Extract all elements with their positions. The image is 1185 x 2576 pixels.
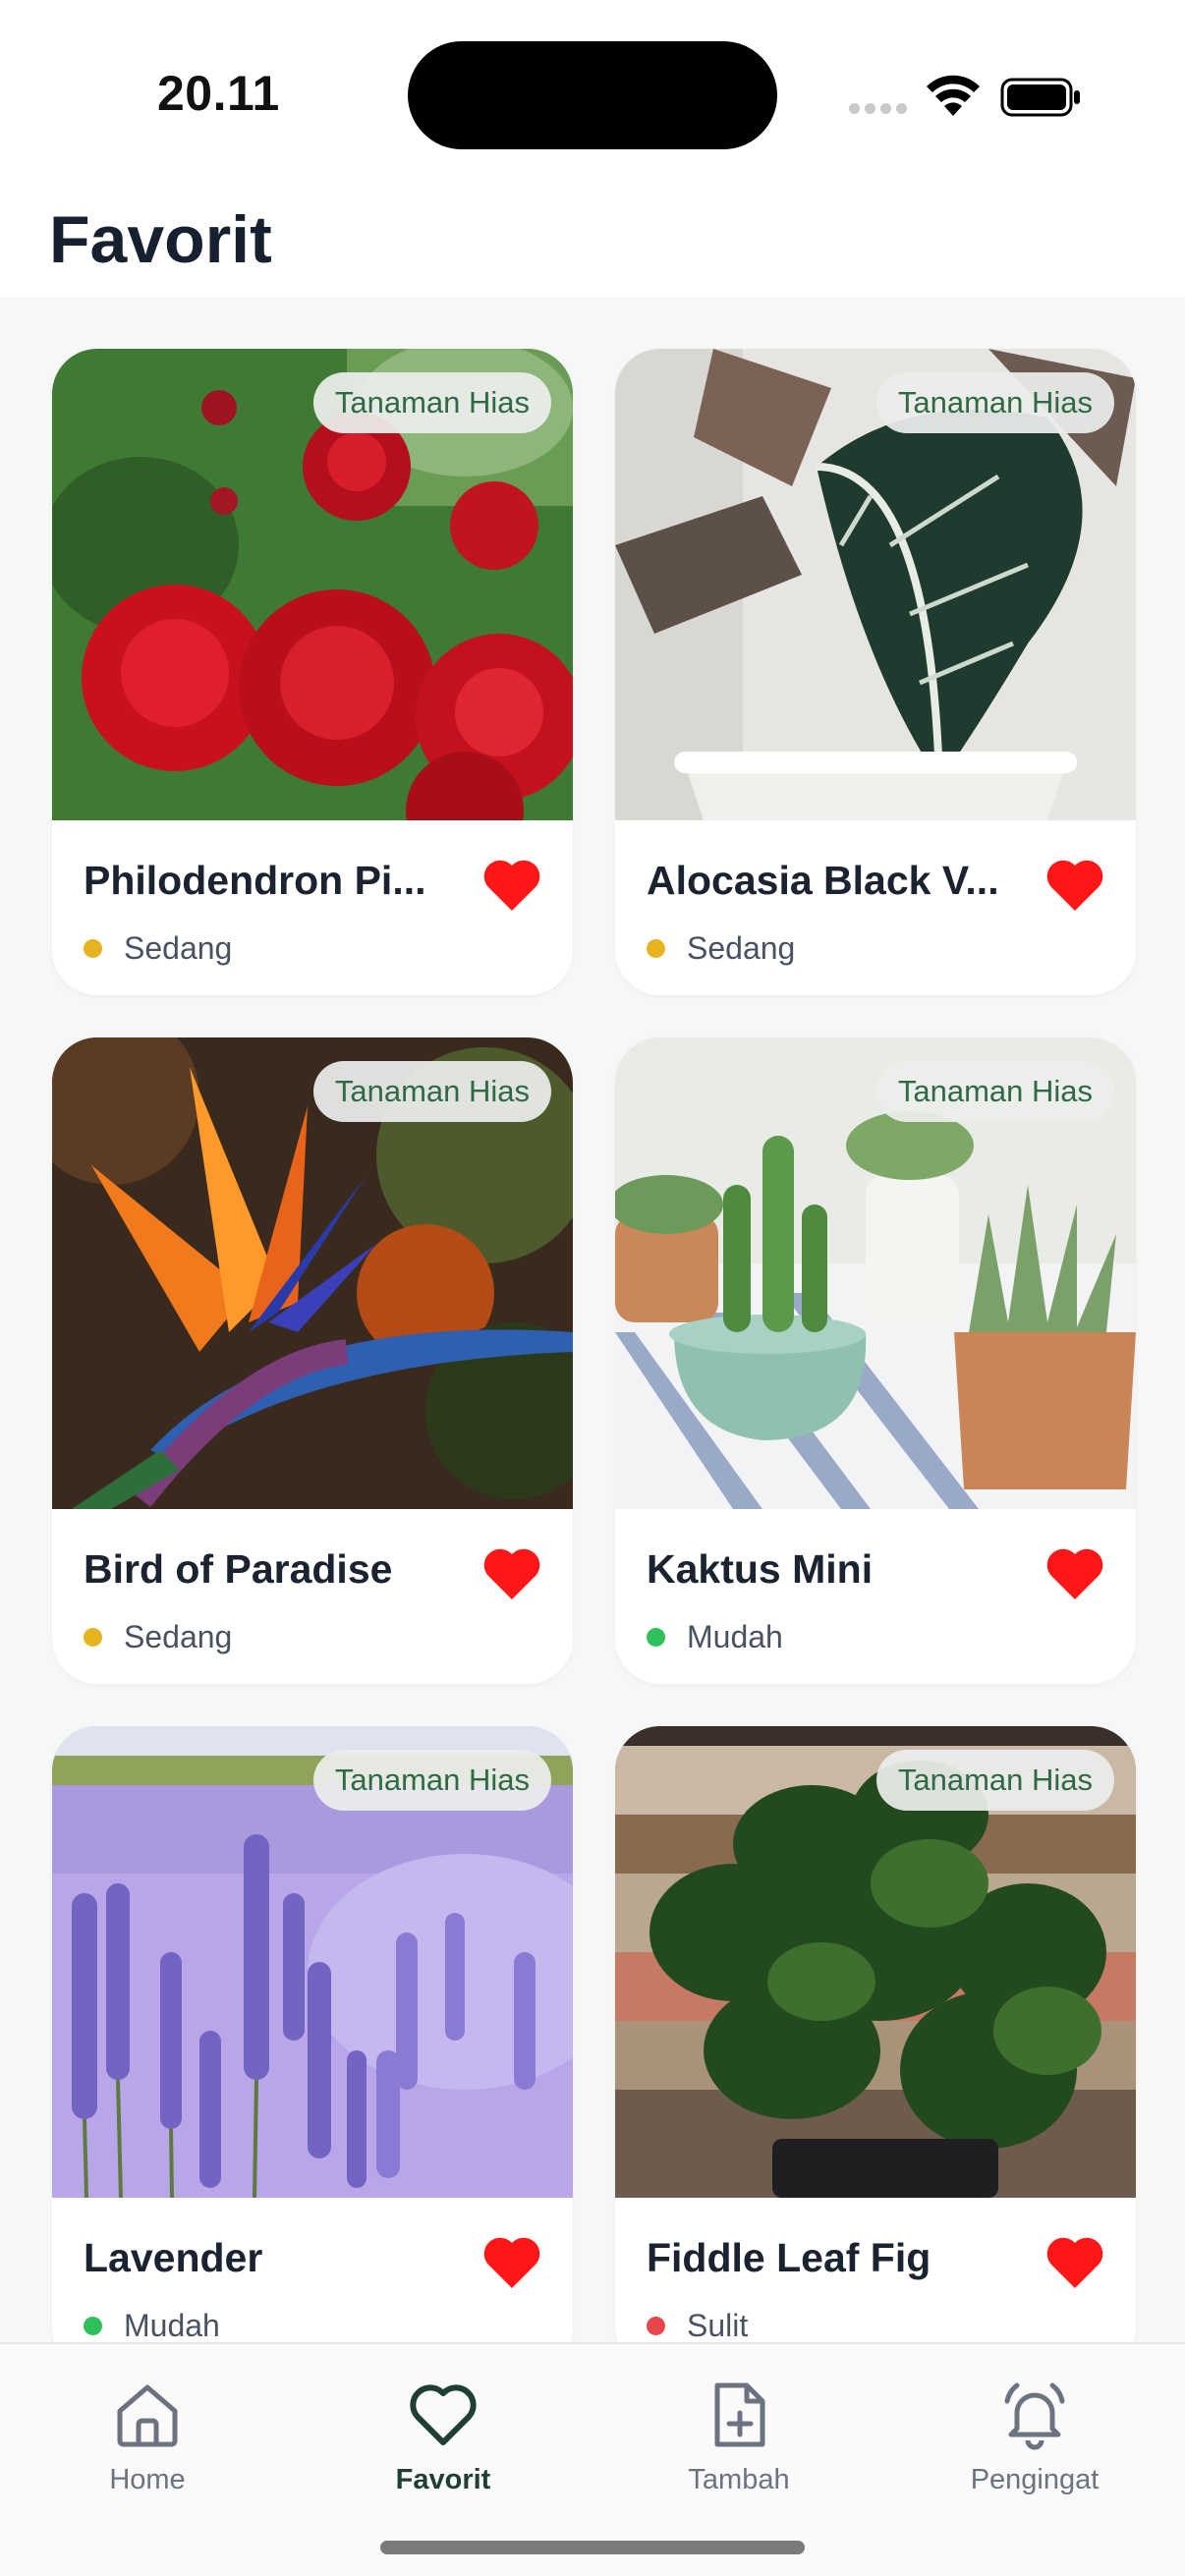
dynamic-island bbox=[408, 41, 777, 149]
favorite-heart-icon[interactable] bbox=[1045, 2235, 1104, 2290]
level-dot bbox=[84, 938, 102, 958]
category-badge: Tanaman Hias bbox=[875, 1061, 1114, 1122]
care-level-label: Mudah bbox=[124, 2307, 220, 2343]
care-level: Mudah bbox=[647, 1617, 783, 1656]
nav-item-tambah[interactable]: Tambah bbox=[621, 2380, 857, 2507]
care-level-label: Sedang bbox=[687, 929, 796, 966]
category-badge: Tanaman Hias bbox=[312, 372, 551, 433]
plant-name: Philodendron Pi... bbox=[84, 858, 426, 903]
nav-item-pengingat[interactable]: Pengingat bbox=[917, 2380, 1153, 2507]
status-bar: 20.11 bbox=[0, 0, 1185, 187]
plant-name: Lavender bbox=[84, 2235, 263, 2280]
care-level: Sedang bbox=[84, 928, 232, 968]
level-dot bbox=[84, 1627, 102, 1647]
care-level-label: Sedang bbox=[124, 1618, 233, 1654]
favorite-heart-icon[interactable] bbox=[1045, 858, 1104, 913]
nav-item-favorit[interactable]: Favorit bbox=[325, 2380, 561, 2507]
favorite-heart-icon[interactable] bbox=[482, 1546, 541, 1601]
nav-label: Tambah bbox=[688, 2464, 790, 2495]
bell-icon bbox=[1004, 2382, 1065, 2450]
plant-card[interactable]: Tanaman Hias Kaktus Mini Mudah bbox=[615, 1037, 1136, 1684]
battery-icon bbox=[1000, 78, 1080, 117]
plant-card[interactable]: Tanaman Hias Alocasia Black V... Sedang bbox=[615, 349, 1136, 995]
category-badge: Tanaman Hias bbox=[312, 1061, 551, 1122]
wifi-icon bbox=[927, 75, 980, 116]
plant-card[interactable]: Tanaman Hias Lavender Mudah bbox=[52, 1726, 573, 2342]
plant-card[interactable]: Tanaman Hias Fiddle Leaf Fig Sulit bbox=[615, 1726, 1136, 2342]
level-dot bbox=[647, 1627, 665, 1647]
level-dot bbox=[647, 2316, 665, 2335]
favorite-heart-icon[interactable] bbox=[482, 858, 541, 913]
favorite-heart-icon[interactable] bbox=[482, 2235, 541, 2290]
category-badge: Tanaman Hias bbox=[875, 1750, 1114, 1811]
care-level: Mudah bbox=[84, 2306, 220, 2342]
care-level: Sulit bbox=[647, 2306, 748, 2342]
level-dot bbox=[647, 938, 665, 958]
nav-label: Pengingat bbox=[970, 2464, 1100, 2495]
care-level-label: Sedang bbox=[124, 929, 233, 966]
nav-label: Favorit bbox=[395, 2464, 491, 2495]
page-title: Favorit bbox=[49, 202, 272, 277]
home-icon bbox=[117, 2384, 178, 2447]
plant-name: Kaktus Mini bbox=[647, 1546, 874, 1592]
plant-name: Alocasia Black V... bbox=[647, 858, 999, 903]
category-badge: Tanaman Hias bbox=[312, 1750, 551, 1811]
care-level: Sedang bbox=[647, 928, 795, 968]
favorite-heart-icon[interactable] bbox=[1045, 1546, 1104, 1601]
home-indicator[interactable] bbox=[380, 2541, 805, 2554]
plant-card[interactable]: Tanaman Hias Philodendron Pi... Sedang bbox=[52, 349, 573, 995]
status-time: 20.11 bbox=[157, 66, 280, 121]
plant-card[interactable]: Tanaman Hias Bird of Paradise Sedang bbox=[52, 1037, 573, 1684]
care-level-label: Mudah bbox=[687, 1618, 783, 1654]
care-level-label: Sulit bbox=[687, 2307, 749, 2343]
cellular-signal-icon bbox=[849, 103, 908, 115]
plant-name: Bird of Paradise bbox=[84, 1546, 393, 1592]
nav-label: Home bbox=[109, 2464, 186, 2495]
favorites-grid[interactable]: Tanaman Hias Philodendron Pi... Sedang T… bbox=[0, 297, 1185, 2342]
care-level: Sedang bbox=[84, 1617, 232, 1656]
heart-icon bbox=[410, 2384, 477, 2445]
add-file-icon bbox=[714, 2382, 765, 2447]
plant-name: Fiddle Leaf Fig bbox=[647, 2235, 931, 2280]
category-badge: Tanaman Hias bbox=[875, 372, 1114, 433]
level-dot bbox=[84, 2316, 102, 2335]
nav-item-home[interactable]: Home bbox=[29, 2380, 265, 2507]
